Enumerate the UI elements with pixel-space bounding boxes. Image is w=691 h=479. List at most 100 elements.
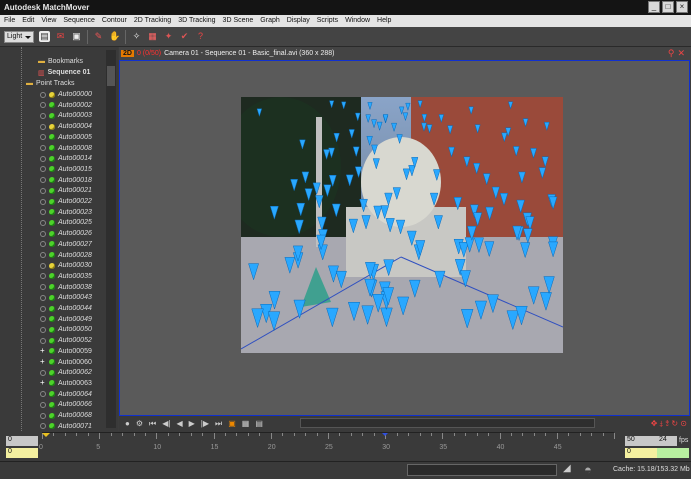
track-tool-icon[interactable]: ✎ <box>93 31 104 42</box>
wand-icon[interactable]: ✧ <box>131 31 142 42</box>
play-icon[interactable]: ▶ <box>189 419 195 428</box>
track-item[interactable]: Auto00050 <box>40 324 92 335</box>
menu-sequence[interactable]: Sequence <box>63 17 95 27</box>
visibility-ring-icon[interactable] <box>40 326 46 333</box>
track-item[interactable]: Auto00066 <box>40 399 92 410</box>
visibility-ring-icon[interactable] <box>40 230 46 237</box>
track-item[interactable]: Auto00004 <box>40 121 92 132</box>
mode-select[interactable]: Light <box>4 30 34 43</box>
track-item[interactable]: Auto00003 <box>40 110 92 121</box>
track-item[interactable]: Auto00062 <box>40 367 92 378</box>
frame-slider-field[interactable] <box>657 448 689 458</box>
menu-view[interactable]: View <box>41 17 56 27</box>
menu-graph[interactable]: Graph <box>260 17 279 27</box>
tree-point-tracks[interactable]: ▬ Point Tracks <box>26 78 75 89</box>
track-item[interactable]: Auto00000 <box>40 89 92 100</box>
visibility-ring-icon[interactable] <box>40 252 46 258</box>
track-item[interactable]: Auto00014 <box>40 153 92 164</box>
menu-3d-scene[interactable]: 3D Scene <box>223 17 254 27</box>
close-button[interactable]: × <box>676 1 688 13</box>
visibility-ring-icon[interactable] <box>40 102 46 109</box>
start-range-field[interactable]: 0 <box>6 448 38 458</box>
plus-icon[interactable]: + <box>40 347 46 355</box>
track-item[interactable]: Auto00027 <box>40 239 92 250</box>
next-key-icon[interactable]: |▶ <box>201 419 209 428</box>
visibility-ring-icon[interactable] <box>40 112 46 119</box>
grid-icon[interactable]: ▦ <box>242 419 250 428</box>
new-file-icon[interactable]: ▤ <box>39 31 50 42</box>
menu-edit[interactable]: Edit <box>22 17 34 27</box>
tree-bookmarks[interactable]: ▬ Bookmarks <box>38 56 83 67</box>
track-item[interactable]: Auto00068 <box>40 410 92 421</box>
track-item[interactable]: Auto00021 <box>40 185 92 196</box>
track-item[interactable]: Auto00005 <box>40 132 92 143</box>
track-item[interactable]: Auto00028 <box>40 250 92 261</box>
menu-contour[interactable]: Contour <box>102 17 127 27</box>
tree-scroll-thumb[interactable] <box>107 66 115 86</box>
start-frame-field[interactable]: 0 <box>6 436 38 446</box>
maximize-button[interactable]: □ <box>662 1 674 13</box>
visibility-ring-icon[interactable] <box>40 187 46 194</box>
transform-icon[interactable]: ✥ ⤈ ⥉ ↻ ⊙ <box>651 419 687 429</box>
track-item[interactable]: + Auto00063 <box>40 378 92 389</box>
menu-help[interactable]: Help <box>377 17 391 27</box>
track-item[interactable]: Auto00064 <box>40 389 92 400</box>
playhead[interactable] <box>42 433 50 441</box>
step-back-icon[interactable]: ◀ <box>176 419 182 428</box>
menu-3d-tracking[interactable]: 3D Tracking <box>178 17 215 27</box>
end-frame-field[interactable]: 50 <box>625 436 657 446</box>
track-item[interactable]: Auto00023 <box>40 207 92 218</box>
track-item[interactable]: Auto00043 <box>40 292 92 303</box>
pin-icon[interactable]: ⚲ <box>668 48 675 59</box>
save-icon[interactable]: ▣ <box>71 31 82 42</box>
visibility-ring-icon[interactable] <box>40 145 46 151</box>
menu-file[interactable]: File <box>4 17 15 27</box>
visibility-ring-icon[interactable] <box>40 198 46 205</box>
footage-frame[interactable] <box>241 97 563 353</box>
track-item[interactable]: Auto00025 <box>40 217 92 228</box>
visibility-ring-icon[interactable] <box>40 284 46 291</box>
plus-icon[interactable]: + <box>40 358 46 366</box>
track-item[interactable]: Auto00015 <box>40 164 92 175</box>
record-icon[interactable]: ● <box>125 419 130 428</box>
viewport-scrollbar[interactable] <box>300 418 595 428</box>
track-item[interactable]: Auto00044 <box>40 303 92 314</box>
visibility-ring-icon[interactable] <box>40 369 46 376</box>
track-item[interactable]: Auto00018 <box>40 175 92 186</box>
tree-sequence[interactable]: ▥ Sequence 01 <box>38 67 90 78</box>
track-item[interactable]: Auto00002 <box>40 100 92 111</box>
track-item[interactable]: Auto00035 <box>40 271 92 282</box>
visibility-ring-icon[interactable] <box>40 155 46 162</box>
track-item[interactable]: Auto00026 <box>40 228 92 239</box>
track-item[interactable]: Auto00049 <box>40 314 92 325</box>
visibility-ring-icon[interactable] <box>40 401 46 408</box>
first-frame-icon[interactable]: ⏮ <box>149 419 156 429</box>
visibility-ring-icon[interactable] <box>40 316 46 323</box>
close-view-icon[interactable]: ✕ <box>677 48 685 59</box>
visibility-ring-icon[interactable] <box>40 241 46 248</box>
visibility-ring-icon[interactable] <box>40 134 46 141</box>
menu-2d-tracking[interactable]: 2D Tracking <box>134 17 171 27</box>
visibility-ring-icon[interactable] <box>40 423 46 430</box>
prev-key-icon[interactable]: ◀| <box>162 419 170 428</box>
fps-field[interactable]: 24 <box>657 436 677 446</box>
view-mode-badge[interactable]: 2D <box>121 50 134 57</box>
open-file-icon[interactable]: ✉ <box>55 31 66 42</box>
timeline-ruler[interactable]: 0 5 10 15 20 25 30 35 40 45 <box>39 432 615 460</box>
visibility-ring-icon[interactable] <box>40 412 46 419</box>
menu-scripts[interactable]: Scripts <box>317 17 338 27</box>
link-icon[interactable]: ⚙ <box>136 419 143 428</box>
track-item[interactable]: + Auto00059 <box>40 346 92 357</box>
visibility-ring-icon[interactable] <box>40 166 46 173</box>
visibility-ring-icon[interactable] <box>40 337 46 344</box>
end-range-field[interactable]: 0 <box>625 448 657 458</box>
visibility-ring-icon[interactable] <box>40 391 46 398</box>
solve-icon[interactable]: ✔ <box>179 31 190 42</box>
visibility-ring-icon[interactable] <box>40 294 46 301</box>
last-frame-icon[interactable]: ⏭ <box>215 419 222 429</box>
screen-icon[interactable]: ▤ <box>255 419 263 428</box>
menu-window[interactable]: Window <box>345 17 370 27</box>
help-icon[interactable]: ? <box>195 31 206 42</box>
visibility-ring-icon[interactable] <box>40 262 46 269</box>
plus-icon[interactable]: + <box>40 379 46 387</box>
